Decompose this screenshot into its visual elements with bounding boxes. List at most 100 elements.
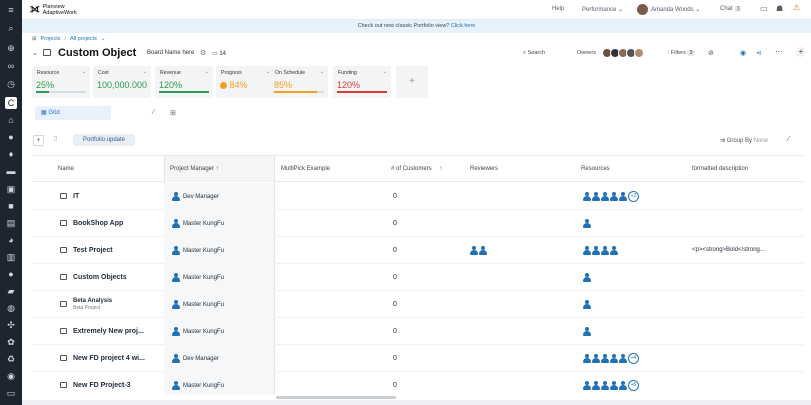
row-resources[interactable]: +4 [583, 345, 639, 372]
row-project-manager[interactable]: Master KungFu [164, 372, 274, 395]
column-header-customers[interactable]: # of Customers ↑ [391, 156, 442, 182]
row-project-manager[interactable]: Master KungFu [164, 291, 274, 318]
column-header-multipick[interactable]: MultiPick Example [281, 156, 330, 182]
table-row[interactable]: BookShop App Master KungFu 0 [33, 210, 803, 237]
menu-icon[interactable]: ≡ [5, 4, 17, 16]
row-reviewers[interactable] [470, 237, 488, 264]
close-filter-icon[interactable]: ⊘ [708, 49, 714, 57]
building-icon[interactable]: ▥ [5, 251, 17, 263]
table-row[interactable]: Custom Objects Master KungFu 0 [33, 264, 803, 291]
pie-chart-icon[interactable]: ◕ [5, 234, 17, 246]
row-resources[interactable]: +5 [583, 372, 639, 395]
warning-icon[interactable]: ⚠ [793, 3, 800, 12]
column-header-description[interactable]: formatted description [692, 156, 748, 182]
c-app-icon[interactable]: C [5, 97, 17, 109]
group-by-control[interactable]: ⇉ Group By None [720, 137, 768, 144]
user-avatar[interactable] [637, 4, 648, 15]
user-menu[interactable]: Amanda Woods ⌄ [651, 6, 700, 13]
row-project-manager[interactable]: Master KungFu [164, 264, 274, 291]
row-project-manager[interactable]: Master KungFu [164, 318, 274, 345]
table-row[interactable]: Beta Analysis Beta Project Master KungFu 0 [33, 291, 803, 318]
add-view-icon[interactable]: ⊞ [170, 109, 176, 117]
messages-icon[interactable]: ▰ [5, 285, 17, 297]
table-row[interactable]: Test Project Master KungFu 0 <p><strong>Bo… [33, 237, 803, 264]
row-resources[interactable] [583, 318, 592, 345]
help-link[interactable]: Help [552, 6, 564, 12]
filters-button[interactable]: ⫶ Filters 3 [668, 50, 695, 57]
extra-count-badge[interactable]: +4 [628, 352, 639, 364]
add-icon[interactable]: + [796, 47, 806, 57]
row-name[interactable]: New FD Project-3 [73, 372, 131, 395]
summary-card-resource[interactable]: Resource ⌄ 25% [32, 66, 90, 98]
view-icon[interactable]: ◉ [740, 49, 746, 57]
tab-grid[interactable]: ▦ Grid [35, 106, 111, 120]
summary-card-progress[interactable]: Progress ⌄ 84% [216, 66, 274, 98]
lightbulb-icon[interactable]: ♦ [5, 148, 17, 160]
add-card-button[interactable]: + [396, 66, 428, 98]
table-row[interactable]: IT Dev Manager 0 +2 [33, 183, 803, 210]
row-name[interactable]: Extremely New proj... [73, 318, 144, 345]
row-name[interactable]: Beta Analysis Beta Project [73, 298, 112, 312]
chevron-down-icon[interactable]: ⌄ [143, 69, 147, 75]
edit-icon[interactable]: ⁄ [788, 136, 789, 143]
chat-bubble-icon[interactable]: ● [5, 131, 17, 143]
inbox-icon[interactable]: ▭ [5, 387, 17, 399]
row-name[interactable]: New FD project 4 wi... [73, 345, 145, 372]
summary-card-revenue[interactable]: Revenue ⌄ 120% [155, 66, 213, 98]
column-header-name[interactable]: Name [58, 156, 74, 182]
table-row[interactable]: Extremely New proj... Master KungFu 0 [33, 318, 803, 345]
breadcrumb-all-projects[interactable]: All projects [70, 36, 97, 42]
share-icon[interactable]: ⋖ [756, 49, 762, 57]
column-header-resources[interactable]: Resources [581, 156, 610, 182]
row-project-manager[interactable]: Dev Manager [164, 183, 274, 210]
add-row-button[interactable]: + [33, 135, 44, 146]
infinity-icon[interactable]: ∞ [5, 60, 17, 72]
row-name[interactable]: IT [73, 183, 79, 210]
horizontal-scrollbar-thumb[interactable] [276, 396, 396, 399]
row-name[interactable]: Test Project [73, 237, 113, 264]
banner-link[interactable]: Click here [451, 23, 475, 29]
chevron-down-icon[interactable]: ⌄ [383, 69, 387, 75]
recycle-icon[interactable]: ♻ [5, 353, 17, 365]
chat-button[interactable]: Chat 3 [720, 6, 742, 12]
chevron-down-icon[interactable]: ⌄ [205, 69, 209, 75]
add-icon[interactable]: ⊕ [5, 42, 17, 54]
gear-icon[interactable]: ⚙ [200, 49, 206, 57]
row-resources[interactable] [583, 210, 592, 237]
extra-count-badge[interactable]: +2 [628, 190, 639, 202]
table-row[interactable]: New FD project 4 wi... Dev Manager 0 +4 [33, 345, 803, 372]
search-icon[interactable]: ⌕ [5, 22, 17, 34]
history-icon[interactable]: ◷ [5, 78, 17, 90]
folder-icon[interactable]: ▬ [5, 165, 17, 177]
summary-card-on-schedule[interactable]: On Schedule ⌄ 85% [270, 66, 328, 98]
row-project-manager[interactable]: Master KungFu [164, 237, 274, 264]
board-icon[interactable]: ▣ [5, 183, 17, 195]
breadcrumb-projects[interactable]: Projects [41, 36, 61, 42]
horizontal-scroll-track[interactable] [22, 400, 811, 405]
search-button[interactable]: ⌕ Search [523, 50, 545, 57]
collapse-chevron-icon[interactable]: ⌄ [32, 49, 38, 57]
row-resources[interactable] [583, 237, 619, 264]
board-name[interactable]: Board Name here [147, 50, 194, 56]
row-resources[interactable] [583, 291, 592, 318]
messages-icon[interactable]: ▭ [760, 4, 768, 13]
owner-avatar[interactable] [634, 48, 644, 58]
rocket-icon[interactable]: ◉ [5, 370, 17, 382]
summary-card-cost[interactable]: Cost ⌄ 100,000.000 [93, 66, 151, 98]
logo[interactable]: ⟗ Planview AdaptiveWork [30, 3, 77, 16]
column-header-project-manager[interactable]: Project Manager ↑ [164, 156, 274, 182]
briefcase-icon[interactable]: ■ [5, 200, 17, 212]
settings-icon[interactable]: ✿ [5, 336, 17, 348]
chevron-down-icon[interactable]: ⌄ [320, 69, 324, 75]
more-options-icon[interactable]: ⋯ [775, 47, 783, 56]
trash-icon[interactable]: ▯ [54, 135, 57, 142]
row-project-manager[interactable]: Dev Manager [164, 345, 274, 372]
puzzle-icon[interactable]: ✣ [5, 319, 17, 331]
chevron-down-icon[interactable]: ⌄ [82, 69, 86, 75]
row-resources[interactable]: +2 [583, 183, 639, 210]
summary-card-funding[interactable]: Funding ⌄ 120% [333, 66, 391, 98]
home-icon[interactable]: ⌂ [5, 114, 17, 126]
table-row[interactable]: New FD Project-3 Master KungFu 0 +5 [33, 372, 803, 395]
chevron-down-icon[interactable]: ⌄ [101, 36, 106, 42]
column-header-reviewers[interactable]: Reviewers [470, 156, 498, 182]
